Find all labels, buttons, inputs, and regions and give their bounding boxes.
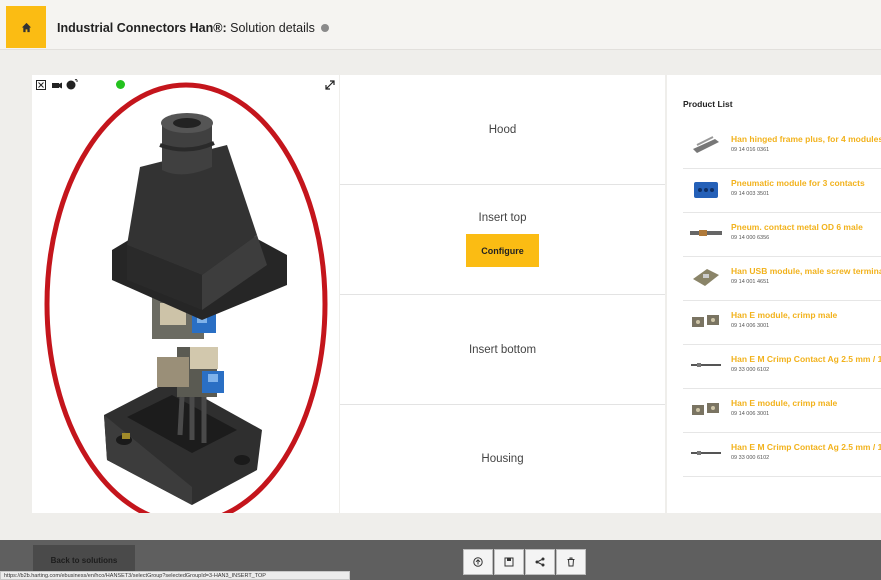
slot-hood-label: Hood [488, 123, 517, 136]
slot-insert-bottom-label: Insert bottom [468, 343, 537, 356]
hinged-frame-thumb [693, 136, 719, 153]
product-number: 09 33 000 6102 [731, 455, 770, 461]
product-item[interactable]: Pneumatic module for 3 contacts 09 14 00… [683, 169, 881, 213]
share-button[interactable] [525, 549, 555, 575]
slot-insert-top[interactable]: Insert top Configure [340, 185, 665, 295]
3d-viewer[interactable] [32, 75, 339, 513]
product-name[interactable]: Han E module, crimp male [731, 310, 881, 320]
delete-button[interactable] [556, 549, 586, 575]
product-name[interactable]: Han USB module, male screw terminal [731, 266, 881, 276]
slot-housing[interactable]: Housing [340, 405, 665, 513]
product-name[interactable]: Han hinged frame plus, for 4 modules A [731, 134, 881, 144]
product-name[interactable]: Han E M Crimp Contact Ag 2.5 mm / 14 [731, 442, 881, 452]
product-list-title: Product List [683, 99, 733, 109]
crimp-contact-thumb [691, 363, 721, 367]
page-title-product: Industrial Connectors Han®: [57, 21, 227, 35]
info-icon[interactable] [320, 23, 329, 32]
connector-model [44, 82, 328, 513]
status-bar-url: https://b2b.harting.com/ebusiness/en/hco… [0, 571, 350, 580]
product-item[interactable]: Han USB module, male screw terminal 09 1… [683, 257, 881, 301]
e-module-thumb [692, 403, 719, 415]
slot-insert-bottom[interactable]: Insert bottom [340, 295, 665, 405]
pneumatic-module-thumb [694, 182, 718, 198]
product-item[interactable]: Han E module, crimp male 09 14 006 3001 [683, 301, 881, 345]
save-icon [504, 557, 514, 567]
crimp-contact-thumb [691, 451, 721, 455]
product-name[interactable]: Pneumatic module for 3 contacts [731, 178, 881, 188]
product-number: 09 14 006 3001 [731, 411, 770, 417]
home-button[interactable] [6, 6, 46, 48]
usb-module-thumb [693, 269, 719, 286]
product-list-panel: Product List Han hinged frame plus, for … [667, 75, 881, 513]
product-item[interactable]: Han E M Crimp Contact Ag 2.5 mm / 14 09 … [683, 345, 881, 389]
share-icon [535, 557, 545, 567]
slot-insert-top-label: Insert top [478, 212, 527, 224]
page-header: Industrial Connectors Han®: Solution det… [0, 0, 881, 50]
product-number: 09 14 006 3001 [731, 323, 770, 329]
configure-button[interactable]: Configure [466, 234, 539, 267]
trash-icon [567, 557, 575, 567]
product-number: 09 14 000 6356 [731, 235, 770, 241]
slot-housing-label: Housing [481, 453, 524, 465]
component-slots: Hood Insert top Configure Insert bottom … [340, 75, 665, 513]
product-number: 09 14 003 3501 [731, 191, 770, 197]
page-title-section: Solution details [226, 21, 315, 35]
action-toolbar [463, 549, 587, 575]
product-item[interactable]: Han E module, crimp male 09 14 006 3001 [683, 389, 881, 433]
product-item[interactable]: Han hinged frame plus, for 4 modules A 0… [683, 125, 881, 169]
save-button[interactable] [494, 549, 524, 575]
upload-icon [473, 557, 483, 567]
slot-hood[interactable]: Hood [340, 75, 665, 185]
product-number: 09 14 016 0361 [731, 147, 770, 153]
product-name[interactable]: Han E M Crimp Contact Ag 2.5 mm / 14 [731, 354, 881, 364]
product-number: 09 33 000 6102 [731, 367, 770, 373]
product-name[interactable]: Han E module, crimp male [731, 398, 881, 408]
upload-button[interactable] [463, 549, 493, 575]
pneum-contact-thumb [690, 230, 722, 236]
product-item[interactable]: Han E M Crimp Contact Ag 2.5 mm / 14 09 … [683, 433, 881, 477]
product-name[interactable]: Pneum. contact metal OD 6 male [731, 222, 881, 232]
page-title: Industrial Connectors Han®: Solution det… [57, 21, 329, 35]
e-module-thumb [692, 315, 719, 327]
product-number: 09 14 001 4651 [731, 279, 770, 285]
product-item[interactable]: Pneum. contact metal OD 6 male 09 14 000… [683, 213, 881, 257]
home-icon [21, 22, 31, 32]
